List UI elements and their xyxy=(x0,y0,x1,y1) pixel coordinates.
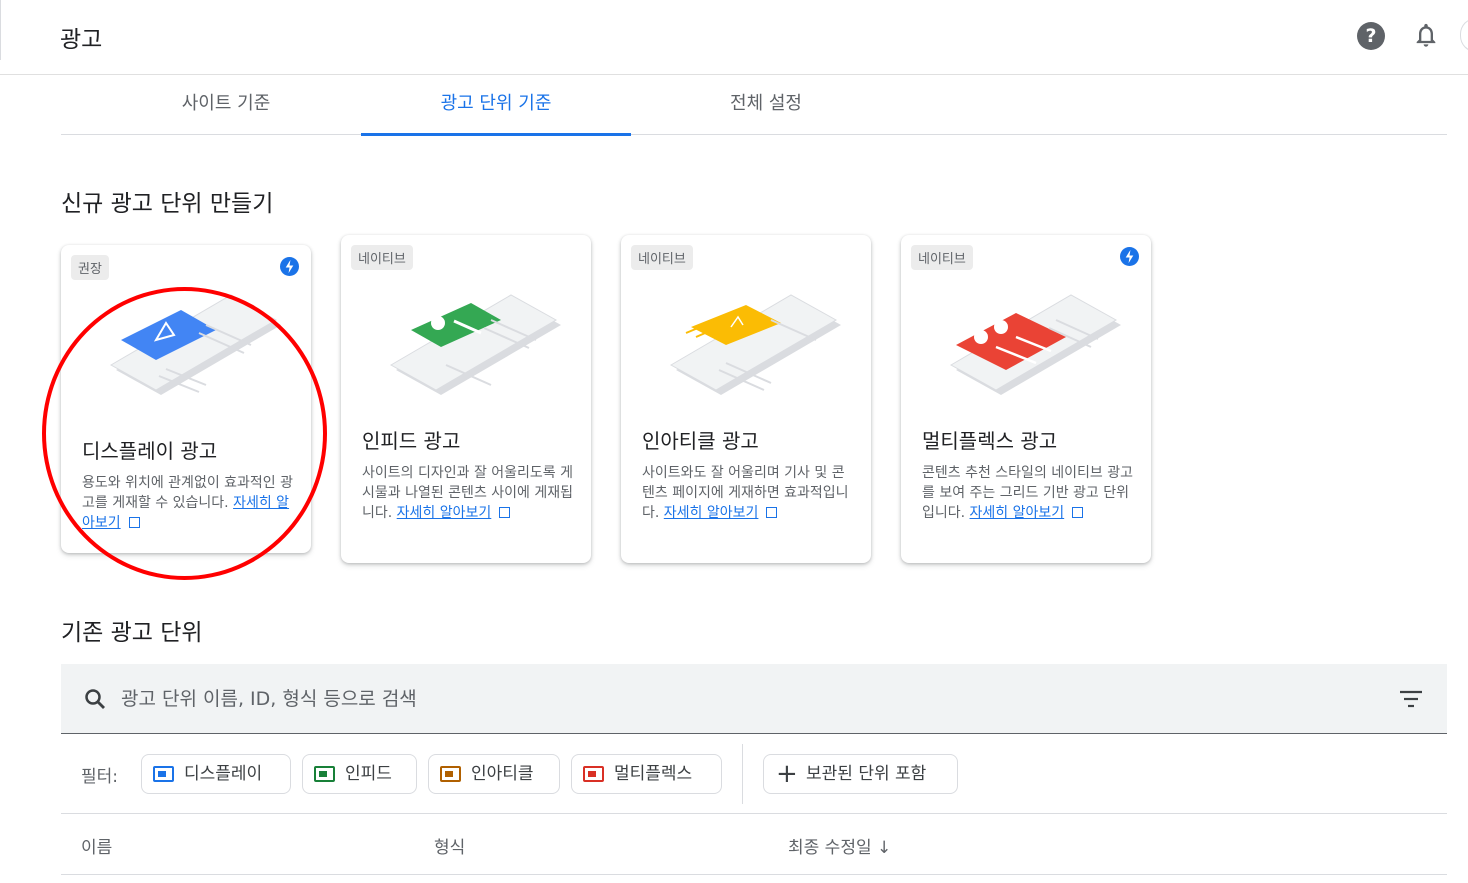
column-header-format[interactable]: 형식 xyxy=(434,833,465,858)
card-multiplex-ad[interactable]: 네이티브 멀티플렉스 광고 콘텐츠 추천 스타일의 네이티브 광고를 보여 주는… xyxy=(901,235,1151,563)
column-header-name[interactable]: 이름 xyxy=(81,833,112,858)
left-edge-divider xyxy=(0,0,1,60)
bolt-icon xyxy=(280,257,299,276)
top-app-bar: 광고 ? xyxy=(0,0,1468,75)
display-ad-illustration xyxy=(109,294,281,395)
recommended-chip: 권장 xyxy=(71,255,109,280)
card-infeed-ad[interactable]: 네이티브 인피드 광고 사이트의 디자인과 잘 어울리도록 게시물과 나열된 콘… xyxy=(341,235,591,563)
filter-chip-label: 인아티클 xyxy=(471,764,534,784)
infeed-format-icon xyxy=(314,766,335,782)
filter-divider xyxy=(742,744,743,804)
tab-bar: 사이트 기준 광고 단위 기준 전체 설정 xyxy=(61,75,1447,136)
native-chip: 네이티브 xyxy=(631,245,693,270)
account-avatar[interactable] xyxy=(1460,18,1468,52)
section-title-new: 신규 광고 단위 만들기 xyxy=(61,191,274,217)
include-archived-button[interactable]: + 보관된 단위 포함 xyxy=(763,754,958,794)
learn-more-link[interactable]: 자세히 알아보기 xyxy=(970,505,1065,521)
multiplex-ad-illustration xyxy=(949,294,1121,395)
tab-site[interactable]: 사이트 기준 xyxy=(91,75,361,135)
filter-chip-inarticle[interactable]: 인아티클 xyxy=(428,754,560,794)
display-format-icon xyxy=(153,766,174,782)
add-icon: + xyxy=(776,759,798,789)
filter-chip-multiplex[interactable]: 멀티플렉스 xyxy=(571,754,722,794)
inarticle-format-icon xyxy=(440,766,461,782)
learn-more-link[interactable]: 자세히 알아보기 xyxy=(664,505,759,521)
card-display-ad[interactable]: 권장 디스플레이 광고 용도와 위치에 관계없이 효과적인 광고를 게재할 수 … xyxy=(61,245,311,553)
search-bar xyxy=(61,664,1447,734)
section-title-existing: 기존 광고 단위 xyxy=(61,620,203,646)
page-title: 광고 xyxy=(60,27,103,53)
learn-more-link[interactable]: 자세히 알아보기 xyxy=(397,505,492,521)
open-in-new-icon xyxy=(499,507,511,518)
card-description: 사이트의 디자인과 잘 어울리도록 게시물과 나열된 콘텐츠 사이에 게재됩니다… xyxy=(362,463,577,523)
native-chip: 네이티브 xyxy=(911,245,973,270)
help-icon[interactable]: ? xyxy=(1357,22,1385,50)
filter-chip-infeed[interactable]: 인피드 xyxy=(302,754,417,794)
filter-chip-label: 인피드 xyxy=(345,764,392,784)
tab-global-settings[interactable]: 전체 설정 xyxy=(631,75,901,135)
filter-chip-label: 멀티플렉스 xyxy=(614,764,693,784)
table-header: 이름 형식 최종 수정일 ↓ xyxy=(61,815,1447,875)
inarticle-ad-illustration xyxy=(669,294,841,395)
open-in-new-icon xyxy=(1072,507,1084,518)
card-inarticle-ad[interactable]: 네이티브 인아티클 광고 사이트와도 잘 어울리며 기사 및 콘텐츠 페이지에 … xyxy=(621,235,871,563)
native-chip: 네이티브 xyxy=(351,245,413,270)
filter-label: 필터: xyxy=(81,767,119,787)
multiplex-format-icon xyxy=(583,766,604,782)
filter-list-icon[interactable] xyxy=(1399,688,1423,710)
bell-icon[interactable] xyxy=(1412,20,1440,50)
include-archived-label: 보관된 단위 포함 xyxy=(806,764,927,784)
card-title: 인피드 광고 xyxy=(362,429,461,453)
search-icon xyxy=(85,689,105,709)
filter-row: 필터: 디스플레이 인피드 인아티클 멀티플렉스 + 보관된 단위 포함 xyxy=(61,734,1447,814)
card-title: 멀티플렉스 광고 xyxy=(922,429,1058,453)
filter-chip-label: 디스플레이 xyxy=(184,764,263,784)
infeed-ad-illustration xyxy=(389,294,561,395)
card-title: 인아티클 광고 xyxy=(642,429,759,453)
column-header-last-modified[interactable]: 최종 수정일 ↓ xyxy=(788,833,891,858)
card-description: 사이트와도 잘 어울리며 기사 및 콘텐츠 페이지에 게재하면 효과적입니다. … xyxy=(642,463,857,523)
card-title: 디스플레이 광고 xyxy=(82,439,218,463)
card-description: 콘텐츠 추천 스타일의 네이티브 광고를 보여 주는 그리드 기반 광고 단위입… xyxy=(922,463,1137,523)
search-input[interactable] xyxy=(121,684,1321,714)
filter-chip-display[interactable]: 디스플레이 xyxy=(141,754,291,794)
bolt-icon xyxy=(1120,247,1139,266)
tab-ad-unit[interactable]: 광고 단위 기준 xyxy=(361,75,631,136)
open-in-new-icon xyxy=(128,517,140,528)
card-description: 용도와 위치에 관계없이 효과적인 광고를 게재할 수 있습니다. 자세히 알아… xyxy=(82,473,297,533)
open-in-new-icon xyxy=(766,507,778,518)
